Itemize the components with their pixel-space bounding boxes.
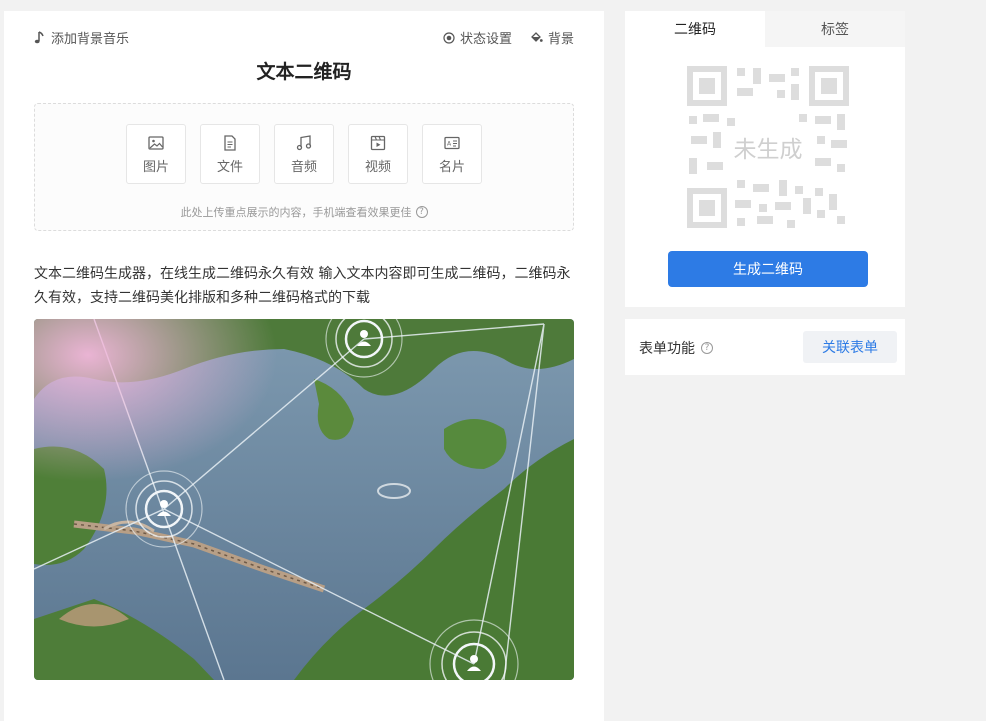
upload-video-label: 视频 [364, 159, 391, 175]
music-note-icon [34, 30, 44, 43]
tab-qrcode[interactable]: 二维码 [625, 11, 765, 47]
card-icon: A [444, 136, 460, 149]
upload-image-button[interactable]: 图片 [126, 124, 186, 184]
form-feature-panel: 表单功能 ? 关联表单 [625, 319, 905, 375]
upload-video-button[interactable]: 视频 [348, 124, 408, 184]
upload-audio-label: 音频 [290, 159, 317, 175]
add-music-button[interactable]: 添加背景音乐 [34, 28, 129, 47]
upload-card-button[interactable]: A 名片 [422, 124, 482, 184]
upload-audio-button[interactable]: 音频 [274, 124, 334, 184]
lake-photo [34, 319, 574, 680]
upload-hint-text: 此处上传重点展示的内容，手机端查看效果更佳 [180, 206, 412, 219]
radio-target-icon [443, 31, 455, 44]
upload-file-button[interactable]: 文件 [200, 124, 260, 184]
link-form-button[interactable]: 关联表单 [803, 331, 897, 363]
video-icon [370, 135, 386, 150]
page-title: 文本二维码 [256, 61, 352, 83]
upload-card-label: 名片 [438, 159, 465, 175]
upload-hint: 此处上传重点展示的内容，手机端查看效果更佳 ? [35, 204, 573, 220]
background-label: 背景 [547, 32, 574, 47]
tab-tags[interactable]: 标签 [765, 11, 905, 47]
description-text[interactable]: 文本二维码生成器，在线生成二维码永久有效 输入文本内容即可生成二维码，二维码永久… [34, 262, 574, 310]
image-icon [148, 135, 164, 150]
help-icon[interactable]: ? [701, 342, 713, 354]
file-icon [224, 134, 236, 151]
audio-icon [296, 134, 312, 150]
editor-panel: 添加背景音乐 状态设置 背景 文本二维码 图片 文件 音频 视频 A 名片 此处… [4, 11, 604, 721]
paint-bucket-icon [531, 32, 543, 42]
status-settings-button[interactable]: 状态设置 [443, 28, 512, 47]
upload-image-label: 图片 [142, 159, 169, 175]
qr-tabs: 二维码 标签 [625, 11, 905, 47]
svg-text:A: A [447, 140, 452, 147]
form-feature-text: 表单功能 [639, 341, 695, 357]
upload-file-label: 文件 [216, 159, 243, 175]
qr-panel: 二维码 标签 未生成 生成二维码 [625, 11, 905, 307]
qr-status-text: 未生成 [733, 137, 803, 163]
background-button[interactable]: 背景 [530, 28, 574, 47]
form-feature-label: 表单功能 ? [639, 338, 713, 358]
editor-toolbar: 添加背景音乐 状态设置 背景 [34, 28, 574, 48]
status-settings-label: 状态设置 [459, 32, 512, 47]
help-icon[interactable]: ? [415, 206, 428, 218]
upload-area: 图片 文件 音频 视频 A 名片 此处上传重点展示的内容，手机端查看效果更佳 ? [34, 103, 574, 231]
generate-qr-button[interactable]: 生成二维码 [668, 251, 868, 287]
add-music-label: 添加背景音乐 [51, 32, 130, 47]
